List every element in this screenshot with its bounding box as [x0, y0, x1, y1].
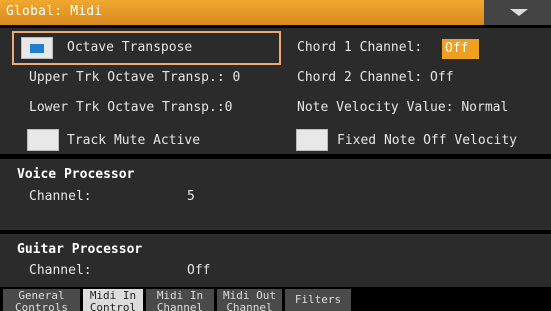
tab-label-line2: Controls	[15, 301, 68, 311]
tab-label-line2: Channel	[156, 301, 204, 311]
tab-general-controls[interactable]: General Controls	[3, 289, 80, 311]
tab-midi-in-channel[interactable]: Midi In Channel	[146, 289, 214, 311]
voice-processor-title: Voice Processor	[17, 167, 135, 182]
page-title: Global: Midi	[6, 4, 103, 19]
page-header: Global: Midi	[0, 0, 551, 25]
fixed-note-off-checkbox[interactable]	[296, 129, 328, 151]
octave-transpose-checkbox[interactable]	[21, 37, 53, 59]
octave-transpose-label: Octave Transpose	[67, 40, 193, 55]
tab-midi-out-channel[interactable]: Midi Out Channel	[217, 289, 282, 311]
tab-label-line1: Midi Out	[223, 289, 276, 302]
chord1-channel-value[interactable]: Off	[442, 39, 479, 59]
fixed-note-off-label: Fixed Note Off Velocity	[337, 133, 518, 148]
track-mute-checkbox[interactable]	[27, 129, 59, 151]
tab-label-line1: Filters	[294, 293, 342, 306]
tab-label-line2: Control	[89, 301, 137, 311]
guitar-channel-value[interactable]: Off	[187, 263, 210, 278]
lower-trk-octave-transpose[interactable]: Lower Trk Octave Transp.:0	[29, 100, 233, 115]
chevron-down-icon	[510, 9, 528, 16]
global-midi-screen: Global: Midi Octave Transpose Upper Trk …	[0, 0, 551, 311]
tab-midi-in-control[interactable]: Midi In Control	[83, 289, 143, 311]
upper-trk-octave-transpose[interactable]: Upper Trk Octave Transp.: 0	[29, 70, 240, 85]
note-velocity-value[interactable]: Note Velocity Value: Normal	[297, 100, 508, 115]
page-menu-button[interactable]	[484, 0, 551, 25]
tab-bar: General Controls Midi In Control Midi In…	[0, 289, 551, 311]
tab-label-line1: General	[18, 289, 65, 302]
track-mute-label: Track Mute Active	[67, 133, 201, 148]
tab-label-line2: Channel	[226, 301, 273, 311]
chord2-channel[interactable]: Chord 2 Channel: Off	[297, 70, 454, 85]
guitar-processor-title: Guitar Processor	[17, 242, 143, 257]
guitar-channel-label: Channel:	[29, 263, 92, 278]
checkbox-checked-icon	[30, 44, 44, 53]
tab-label-line1: Midi In	[156, 289, 204, 302]
voice-channel-value[interactable]: 5	[187, 189, 195, 204]
voice-channel-label: Channel:	[29, 189, 92, 204]
chord1-channel-label: Chord 1 Channel:	[297, 40, 423, 55]
tab-label-line1: Midi In	[89, 289, 137, 302]
tab-filters[interactable]: Filters	[285, 289, 351, 311]
